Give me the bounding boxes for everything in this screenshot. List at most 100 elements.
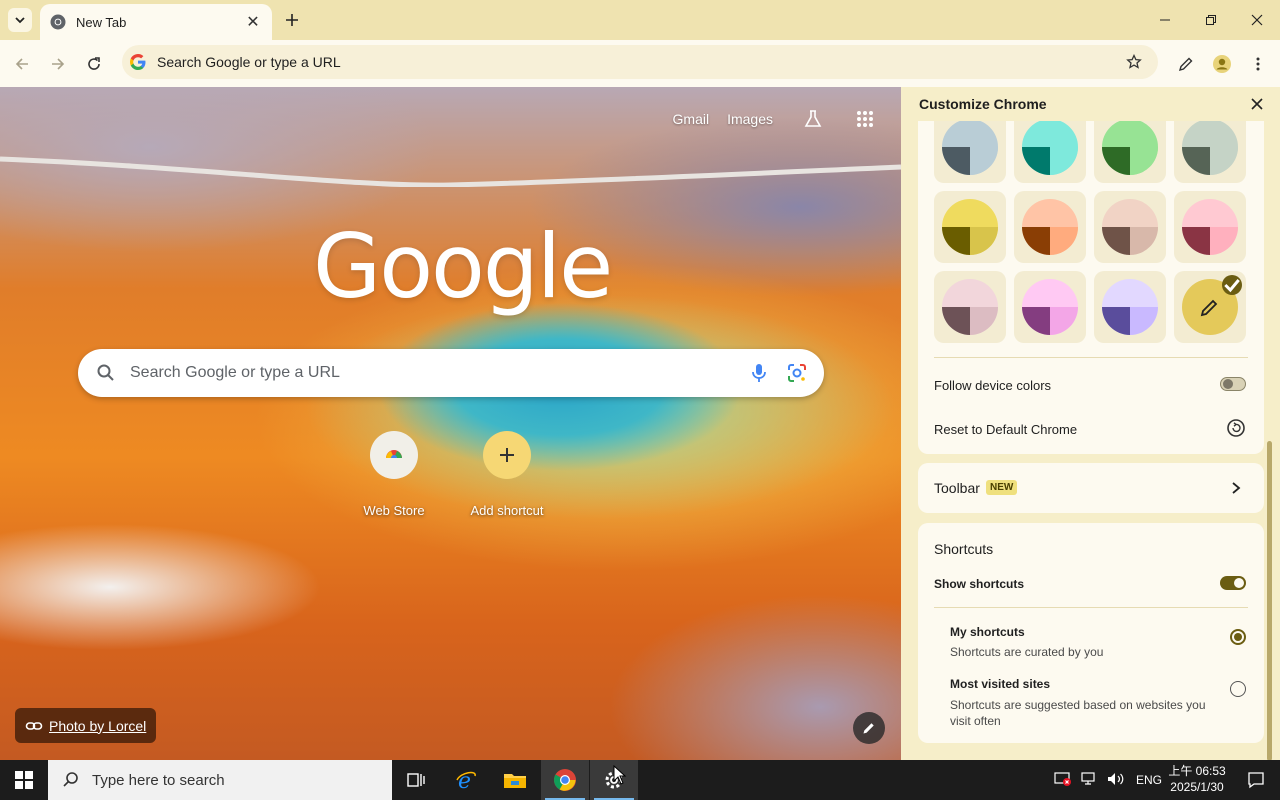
mouse-cursor-icon xyxy=(613,765,627,785)
color-swatch-viridian[interactable] xyxy=(1174,121,1246,183)
profile-button[interactable] xyxy=(1208,50,1236,78)
back-button[interactable] xyxy=(8,50,36,78)
volume-icon[interactable] xyxy=(1106,771,1128,790)
title-bar: New Tab ✕ xyxy=(0,0,1280,40)
color-swatch-graphic xyxy=(1022,279,1078,335)
security-alert-icon[interactable] xyxy=(1054,771,1074,790)
tab-new-tab[interactable]: New Tab ✕ xyxy=(40,4,272,40)
show-shortcuts-toggle[interactable] xyxy=(1220,576,1246,590)
restore-button[interactable] xyxy=(1188,0,1234,40)
ntp-search-placeholder: Search Google or type a URL xyxy=(130,364,340,381)
photo-attribution[interactable]: Photo by Lorcel xyxy=(15,708,157,743)
start-button[interactable] xyxy=(0,760,48,800)
radio-my-shortcuts[interactable] xyxy=(1230,629,1246,645)
voice-search-icon[interactable] xyxy=(748,362,770,384)
omnibox[interactable]: Search Google or type a URL xyxy=(122,45,1158,79)
more-vertical-icon xyxy=(1256,57,1260,71)
system-tray: ENG xyxy=(1054,760,1162,800)
web-store-icon xyxy=(370,431,418,479)
reset-icon[interactable] xyxy=(1226,418,1246,438)
color-swatch-citron[interactable] xyxy=(934,191,1006,263)
bookmark-star-icon[interactable] xyxy=(1124,52,1144,72)
taskbar-app-explorer[interactable] xyxy=(491,760,539,800)
color-swatch-mauve[interactable] xyxy=(934,271,1006,343)
images-link[interactable]: Images xyxy=(727,111,773,127)
shortcut-web-store[interactable]: Web Store xyxy=(338,431,450,518)
close-tab-icon[interactable]: ✕ xyxy=(244,13,262,31)
chrome-menu-button[interactable] xyxy=(1244,50,1272,78)
panel-header: Customize Chrome xyxy=(903,87,1280,121)
color-swatch-apricot[interactable] xyxy=(1014,191,1086,263)
google-g-icon xyxy=(130,54,146,70)
browser-toolbar: Search Google or type a URL xyxy=(0,40,1280,87)
radio-most-visited[interactable] xyxy=(1230,681,1246,697)
customize-pencil-button[interactable] xyxy=(1172,50,1200,78)
color-swatch-grey-blue[interactable] xyxy=(934,121,1006,183)
customize-chrome-panel: Customize Chrome Follow device colors Re… xyxy=(903,87,1280,760)
follow-device-colors-toggle[interactable] xyxy=(1220,377,1246,391)
new-tab-button[interactable] xyxy=(280,8,304,32)
taskbar-app-ie[interactable]: e xyxy=(443,760,491,800)
divider xyxy=(934,357,1248,358)
input-language[interactable]: ENG xyxy=(1136,773,1162,787)
gmail-link[interactable]: Gmail xyxy=(673,111,710,127)
notification-icon xyxy=(1248,772,1264,789)
labs-flask-icon[interactable] xyxy=(801,107,825,131)
close-panel-button[interactable] xyxy=(1246,93,1268,115)
plus-icon xyxy=(286,14,298,26)
shortcuts-title: Shortcuts xyxy=(934,541,994,557)
color-swatch-pink[interactable] xyxy=(1174,191,1246,263)
color-swatch-violet[interactable] xyxy=(1094,271,1166,343)
close-icon xyxy=(1251,98,1263,110)
option-title: Most visited sites xyxy=(950,677,1051,691)
color-swatch-custom[interactable] xyxy=(1174,271,1246,343)
pencil-icon xyxy=(1178,57,1193,72)
notifications-button[interactable] xyxy=(1232,760,1280,800)
option-desc: Shortcuts are suggested based on website… xyxy=(950,698,1206,728)
taskbar-search-box[interactable]: Type here to search xyxy=(48,760,392,800)
panel-scroll-area[interactable]: Follow device colors Reset to Default Ch… xyxy=(903,121,1280,760)
toggle-knob xyxy=(1223,379,1233,389)
toolbar-settings-card[interactable]: Toolbar NEW xyxy=(918,463,1264,513)
customize-chrome-button[interactable] xyxy=(853,712,885,744)
color-swatch-green[interactable] xyxy=(1094,121,1166,183)
tab-search-button[interactable] xyxy=(8,8,32,32)
close-window-button[interactable] xyxy=(1234,0,1280,40)
reload-button[interactable] xyxy=(80,50,108,78)
close-icon xyxy=(1251,14,1263,26)
ntp-search-box[interactable]: Search Google or type a URL xyxy=(78,349,824,397)
task-view-icon xyxy=(407,773,425,787)
toolbar-label: Toolbar xyxy=(934,480,980,496)
selected-check-icon xyxy=(1222,275,1242,295)
google-apps-icon[interactable] xyxy=(853,107,877,131)
task-view-button[interactable] xyxy=(392,760,440,800)
windows-logo-icon xyxy=(15,771,33,789)
google-lens-icon[interactable] xyxy=(786,362,808,384)
chevron-right-icon xyxy=(1232,482,1241,494)
pencil-icon xyxy=(863,723,874,734)
search-icon xyxy=(97,364,114,381)
omnibox-placeholder: Search Google or type a URL xyxy=(157,54,341,70)
color-swatch-aqua[interactable] xyxy=(1014,121,1086,183)
file-explorer-icon xyxy=(504,774,526,788)
top-links: Gmail Images xyxy=(655,107,877,131)
shortcut-add[interactable]: Add shortcut xyxy=(451,431,563,518)
option-most-visited[interactable]: Most visited sites Shortcuts are suggest… xyxy=(950,677,1210,729)
chevron-down-icon xyxy=(15,17,25,24)
network-icon[interactable] xyxy=(1080,771,1100,790)
color-swatch-rose-brown[interactable] xyxy=(1094,191,1166,263)
tab-title: New Tab xyxy=(76,14,127,30)
profile-avatar-icon xyxy=(1213,55,1231,73)
clock-date: 2025/1/30 xyxy=(1170,780,1224,794)
reset-label: Reset to Default Chrome xyxy=(934,422,1078,437)
taskbar-app-chrome[interactable] xyxy=(541,760,589,800)
option-my-shortcuts[interactable]: My shortcuts Shortcuts are curated by yo… xyxy=(950,625,1250,659)
clock[interactable]: 上午 06:53 2025/1/30 xyxy=(1160,763,1234,795)
minimize-button[interactable] xyxy=(1142,0,1188,40)
panel-scrollbar[interactable] xyxy=(1267,441,1272,760)
option-desc: Shortcuts are curated by you xyxy=(950,645,1104,659)
background-boardwalk xyxy=(0,156,901,187)
color-swatch-fuchsia[interactable] xyxy=(1014,271,1086,343)
forward-button[interactable] xyxy=(44,50,72,78)
shortcuts-card: Shortcuts Show shortcuts My shortcuts Sh… xyxy=(918,523,1264,743)
